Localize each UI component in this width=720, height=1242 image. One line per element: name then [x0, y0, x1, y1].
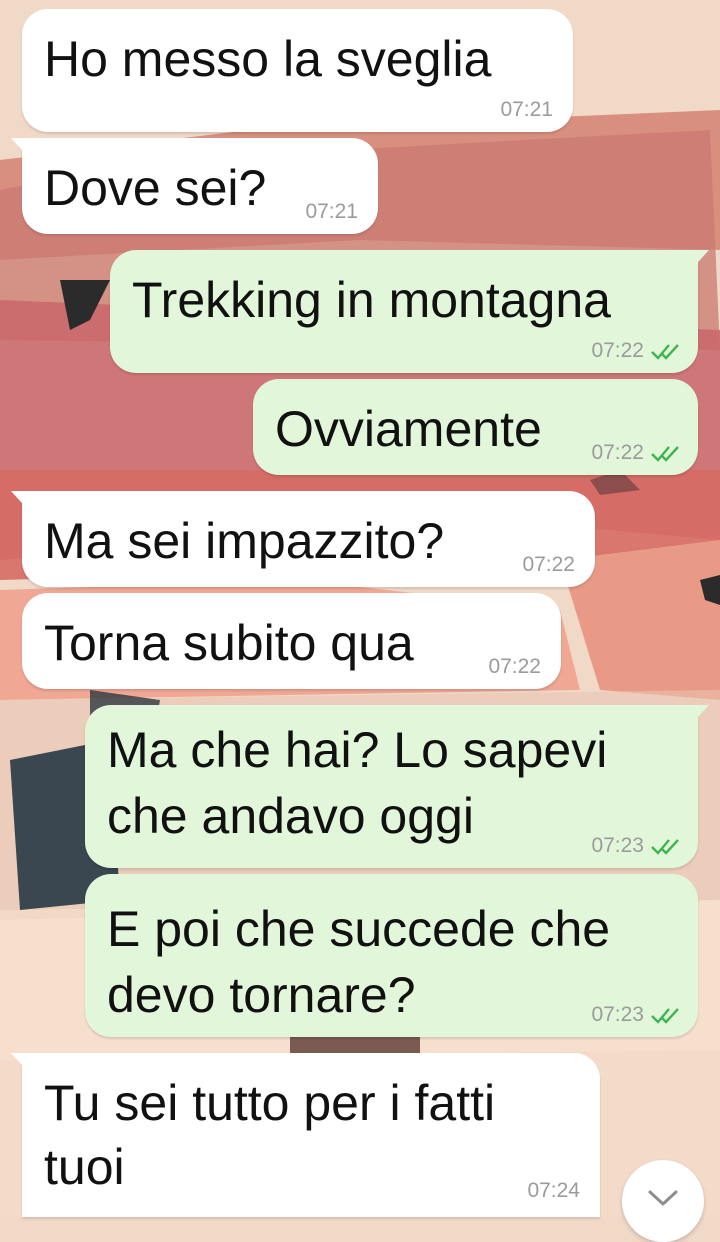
bubble-tail	[689, 250, 709, 272]
read-ticks-icon	[651, 446, 679, 462]
outgoing-message[interactable]: E poi che succede che devo tornare? 07:2…	[85, 874, 698, 1037]
read-ticks-icon	[651, 1008, 679, 1024]
outgoing-message[interactable]: Ma che hai? Lo sapevi che andavo oggi 07…	[85, 705, 709, 868]
message-text: Ma che hai? Lo sapevi che andavo oggi	[107, 722, 608, 844]
message-text: E poi che succede che devo tornare?	[107, 901, 611, 1023]
incoming-message[interactable]: Ho messo la sveglia 07:21	[22, 9, 573, 132]
message-time: 07:21	[305, 200, 358, 223]
read-ticks-icon	[651, 839, 679, 855]
scroll-to-bottom-button[interactable]	[622, 1160, 704, 1242]
chevron-down-icon	[648, 1190, 678, 1206]
read-ticks-icon	[651, 344, 679, 360]
message-text: Dove sei?	[44, 160, 267, 216]
incoming-message[interactable]: Dove sei? 07:21	[11, 138, 378, 234]
incoming-message[interactable]: Tu sei tutto per i fatti tuoi 07:24	[11, 1053, 600, 1217]
message-time: 07:22	[522, 553, 575, 576]
message-text: Ho messo la sveglia	[44, 31, 492, 87]
bubble-tail	[11, 491, 31, 513]
message-time: 07:21	[500, 98, 553, 121]
message-list: Ho messo la sveglia 07:21 Dove sei? 07:2…	[0, 0, 720, 1217]
message-text: Tu sei tutto per i fatti tuoi	[44, 1075, 496, 1195]
outgoing-message[interactable]: Trekking in montagna 07:22	[110, 250, 709, 373]
bubble-tail	[11, 138, 31, 160]
incoming-message[interactable]: Ma sei impazzito? 07:22	[11, 491, 595, 587]
bubble-tail	[689, 705, 709, 727]
message-time: 07:22	[488, 655, 541, 678]
message-text: Ma sei impazzito?	[44, 513, 445, 569]
message-time: 07:23	[591, 834, 644, 857]
message-time: 07:22	[591, 441, 644, 464]
message-time: 07:22	[591, 339, 644, 362]
incoming-message[interactable]: Torna subito qua 07:22	[22, 593, 561, 689]
message-text: Trekking in montagna	[132, 272, 611, 328]
bubble-tail	[11, 1053, 31, 1075]
message-text: Ovviamente	[275, 401, 542, 457]
message-time: 07:23	[591, 1003, 644, 1026]
outgoing-message[interactable]: Ovviamente 07:22	[253, 379, 698, 475]
message-time: 07:24	[527, 1179, 580, 1202]
message-text: Torna subito qua	[44, 615, 414, 671]
